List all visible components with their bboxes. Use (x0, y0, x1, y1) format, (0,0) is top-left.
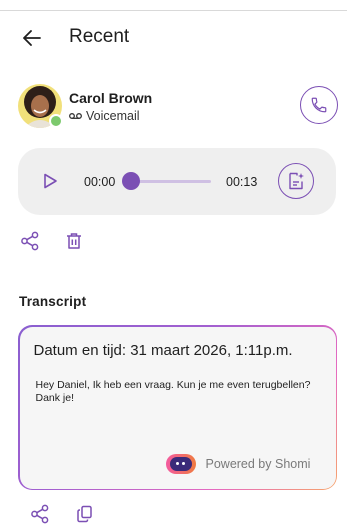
transcript-heading: Transcript (19, 294, 87, 309)
seek-thumb[interactable] (122, 172, 140, 190)
transcript-body: Datum en tijd: 31 maart 2026, 1:11p.m. H… (19, 326, 336, 489)
shomi-logo-icon (165, 453, 196, 474)
share-transcript-button[interactable] (30, 504, 50, 524)
total-time: 00:13 (226, 175, 258, 189)
delete-button[interactable] (64, 231, 84, 251)
voicemail-label: Voicemail (86, 109, 140, 123)
transcript-text: Hey Daniel, Ik heb een vraag. Kun je me … (35, 378, 311, 404)
share-icon (31, 504, 49, 524)
share-button[interactable] (20, 231, 40, 251)
voicemail-icon (69, 113, 82, 119)
powered-by-label: Powered by Shomi (205, 456, 311, 471)
transcript-card: Datum en tijd: 31 maart 2026, 1:11p.m. H… (18, 325, 337, 490)
copy-transcript-button[interactable] (75, 504, 95, 524)
back-button[interactable] (20, 26, 44, 50)
phone-icon (311, 97, 327, 113)
arrow-left-icon (23, 30, 41, 46)
contact-subtitle: Voicemail (69, 109, 140, 123)
voicemail-player: 00:00 00:13 (18, 148, 336, 215)
share-icon (21, 231, 39, 251)
powered-by: Powered by Shomi (165, 453, 311, 474)
transcribe-icon (289, 172, 304, 190)
copy-icon (77, 505, 92, 523)
play-button[interactable] (41, 172, 59, 190)
contact-row: Carol Brown Voicemail (18, 84, 338, 128)
seek-bar[interactable] (131, 180, 211, 183)
transcribe-button[interactable] (278, 163, 314, 199)
current-time: 00:00 (84, 175, 116, 189)
page-title: Recent (69, 26, 130, 47)
play-icon (44, 173, 57, 189)
header: Recent (0, 22, 347, 54)
top-divider (0, 10, 347, 11)
transcript-date: Datum en tijd: 31 maart 2026, 1:11p.m. (33, 341, 293, 359)
trash-icon (67, 233, 81, 249)
online-status-dot (49, 114, 63, 128)
call-button[interactable] (300, 86, 338, 124)
contact-name: Carol Brown (69, 90, 153, 106)
